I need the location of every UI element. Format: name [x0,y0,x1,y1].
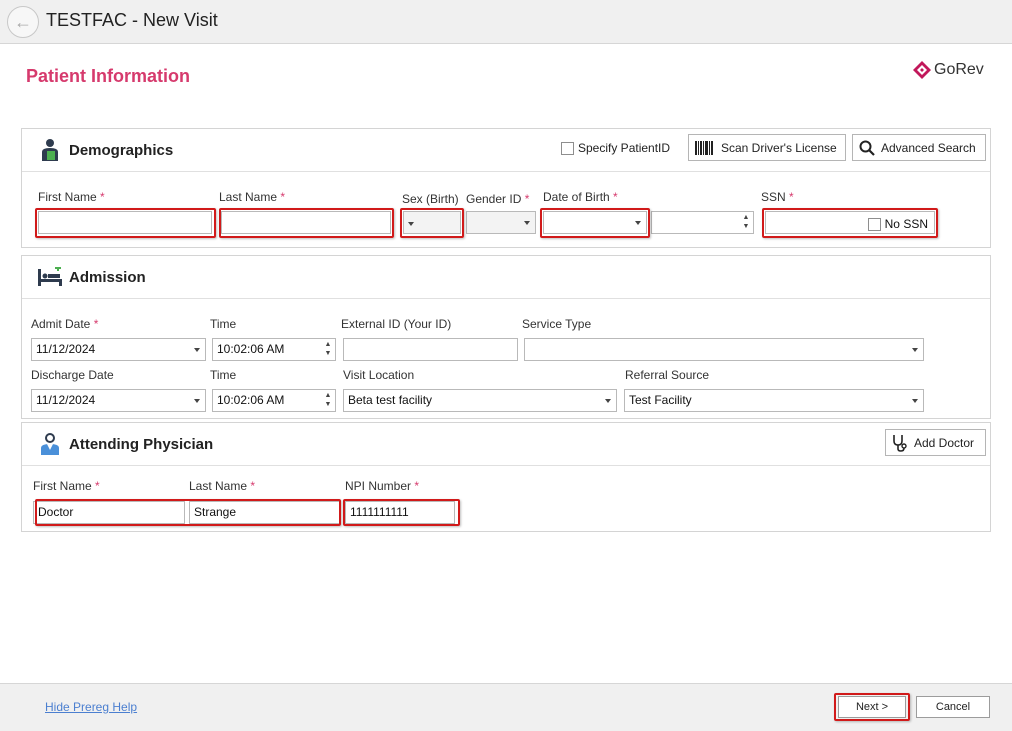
hospital-bed-icon [38,267,62,286]
service-type-label: Service Type [522,317,592,331]
physician-first-name-label: First Name * [33,479,100,493]
gorev-logo-icon [913,61,931,79]
physician-panel: Attending Physician Add Doctor First Nam… [21,422,991,532]
discharge-date-value: 11/12/2024 [36,393,96,407]
scan-license-label: Scan Driver's License [721,140,837,155]
gender-id-label: Gender ID * [466,192,530,206]
ssn-input[interactable]: No SSN [765,211,935,234]
last-name-input[interactable] [221,211,391,234]
advanced-search-label: Advanced Search [881,140,976,155]
service-type-dropdown[interactable] [524,338,924,361]
footer-bar: Hide Prereg Help Next > Cancel [0,683,1012,731]
discharge-time-value: 10:02:06 AM [217,393,285,407]
chevron-down-icon [408,222,414,226]
discharge-date-dropdown[interactable]: 11/12/2024 [31,389,206,412]
doctor-icon [41,433,59,455]
visit-location-dropdown[interactable]: Beta test facility [343,389,617,412]
referral-source-label: Referral Source [625,368,710,382]
physician-last-name-label: Last Name * [189,479,256,493]
spin-arrows-icon[interactable]: ▲ ▼ [742,213,750,232]
patient-icon [42,139,58,161]
dob-time-stepper[interactable]: ▲ ▼ [651,211,754,234]
chevron-down-icon [912,348,918,352]
admit-time-label: Time [210,317,237,331]
chevron-down-icon [912,399,918,403]
gender-id-dropdown[interactable] [466,211,536,234]
external-id-label: External ID (Your ID) [341,317,452,331]
scan-license-button[interactable]: Scan Driver's License [688,134,846,161]
discharge-time-stepper[interactable]: 10:02:06 AM ▲ ▼ [212,389,336,412]
discharge-time-label: Time [210,368,237,382]
logo-text: GoRev [934,61,984,78]
page-title: Patient Information [26,66,191,86]
spin-arrows-icon[interactable]: ▲ ▼ [324,340,332,359]
add-doctor-button[interactable]: Add Doctor [885,429,986,456]
specify-patientid-checkbox[interactable]: Specify PatientID [561,141,670,155]
search-icon [859,140,875,156]
discharge-date-label: Discharge Date [31,368,114,382]
demographics-panel: Demographics Specify PatientID Scan Driv… [21,128,991,248]
specify-patientid-label: Specify PatientID [578,141,671,155]
admission-header: Admission [22,256,990,299]
visit-location-value: Beta test facility [348,393,433,407]
admit-date-dropdown[interactable]: 11/12/2024 [31,338,206,361]
referral-source-value: Test Facility [629,393,692,407]
chevron-down-icon [194,348,200,352]
physician-header: Attending Physician Add Doctor [22,423,990,466]
npi-input[interactable]: 1111111111 [345,501,455,524]
checkbox-box[interactable] [561,141,574,155]
admission-panel: Admission Admit Date * Time External ID … [21,255,991,419]
chevron-down-icon [524,221,530,225]
physician-last-name-input[interactable]: Strange [189,501,341,524]
admit-date-value: 11/12/2024 [36,342,96,356]
admission-title: Admission [69,269,146,286]
ssn-label: SSN * [761,190,794,204]
title-bar: ← TESTFAC - New Visit [0,0,1012,44]
sex-birth-label: Sex (Birth) [402,192,459,206]
checkbox-box[interactable] [867,218,881,231]
admit-date-label: Admit Date * [31,317,99,331]
sex-birth-dropdown[interactable] [403,211,461,234]
barcode-icon [695,140,713,155]
advanced-search-button[interactable]: Advanced Search [852,134,986,161]
hide-prereg-help-link[interactable]: Hide Prereg Help [45,700,137,714]
no-ssn-label: No SSN [884,217,928,231]
dob-label: Date of Birth * [543,190,618,204]
referral-source-dropdown[interactable]: Test Facility [624,389,924,412]
next-button[interactable]: Next > [838,696,906,718]
dob-dropdown[interactable] [543,211,647,234]
window-title: TESTFAC - New Visit [46,10,218,30]
physician-title: Attending Physician [69,436,214,453]
npi-label: NPI Number * [345,479,420,493]
chevron-down-icon [605,399,611,403]
stethoscope-icon [893,434,907,452]
first-name-input[interactable] [38,211,212,234]
demographics-header: Demographics Specify PatientID Scan Driv… [22,129,990,172]
gorev-logo: GoRev [912,57,984,83]
first-name-label: First Name * [38,190,105,204]
cancel-button[interactable]: Cancel [916,696,990,718]
physician-first-name-input[interactable]: Doctor [33,501,185,524]
external-id-input[interactable] [343,338,518,361]
demographics-title: Demographics [69,142,174,159]
visit-location-label: Visit Location [343,368,415,382]
back-arrow-icon[interactable]: ← [7,6,39,38]
last-name-label: Last Name * [219,190,286,204]
chevron-down-icon [194,399,200,403]
admit-time-stepper[interactable]: 10:02:06 AM ▲ ▼ [212,338,336,361]
no-ssn-checkbox[interactable]: No SSN [867,214,928,233]
spin-arrows-icon[interactable]: ▲ ▼ [324,391,332,410]
add-doctor-label: Add Doctor [914,435,975,450]
admit-time-value: 10:02:06 AM [217,342,285,356]
chevron-down-icon [635,221,641,225]
